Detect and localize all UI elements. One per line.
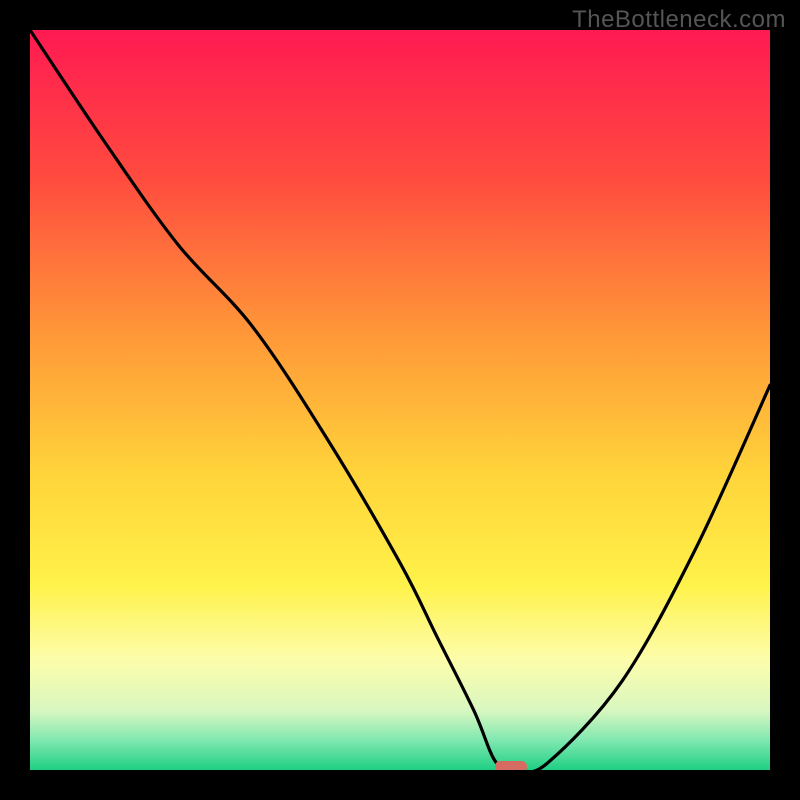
optimal-marker [495,761,527,770]
chart-svg [30,30,770,770]
gradient-rect [30,30,770,770]
watermark-label: TheBottleneck.com [572,6,786,34]
plot-area [30,30,770,770]
chart-frame: TheBottleneck.com [0,0,800,800]
